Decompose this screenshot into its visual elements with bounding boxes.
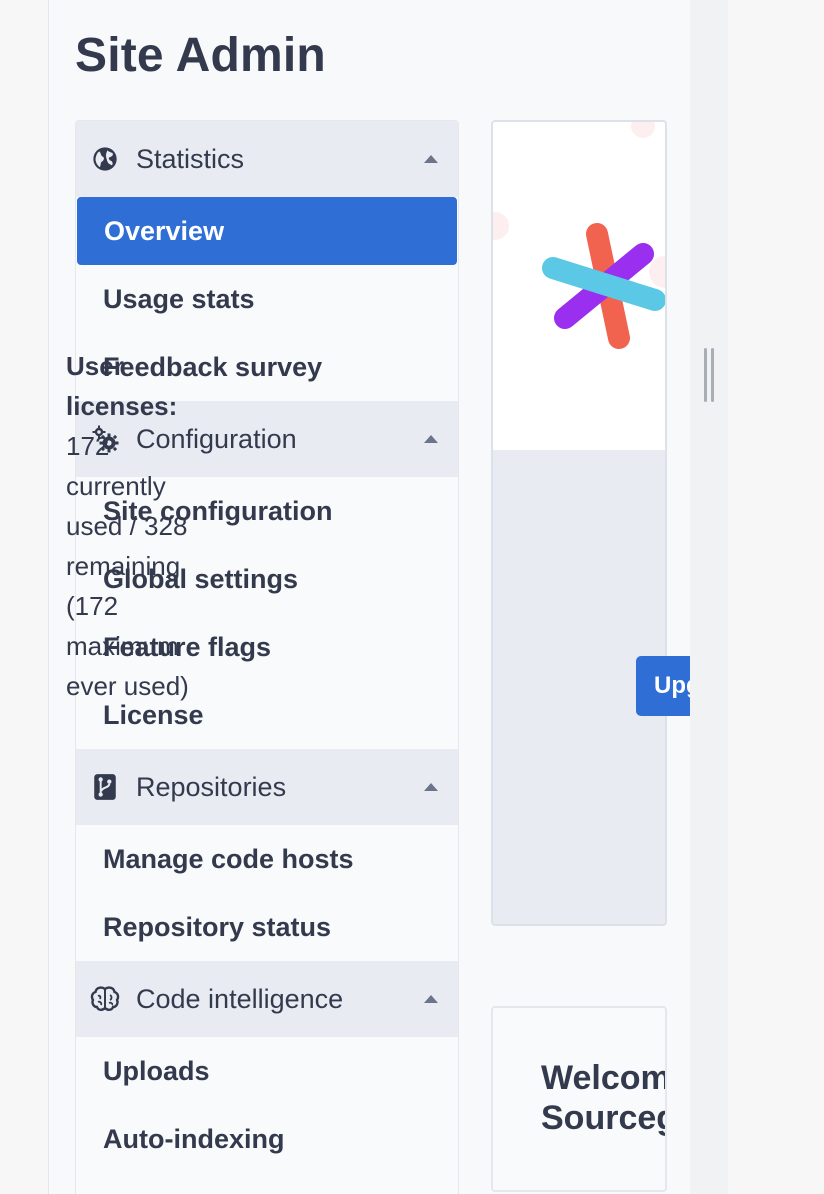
license-body: 172 currently used / 328 remaining (172 …: [66, 431, 189, 701]
sidebar-item-manage-code-hosts[interactable]: Manage code hosts: [76, 825, 458, 893]
sidebar-group-label: Repositories: [136, 771, 287, 802]
sidebar-group-code-intelligence[interactable]: Code intelligence: [76, 961, 458, 1037]
grip-bar: [711, 348, 714, 402]
caret-up-icon: [424, 435, 438, 443]
sidebar-item-uploads[interactable]: Uploads: [76, 1037, 458, 1105]
license-banner: [493, 122, 665, 450]
far-right-area: [728, 0, 824, 1194]
sidebar-item-usage-stats[interactable]: Usage stats: [76, 265, 458, 333]
welcome-card: WelcomeSourcegraph: [491, 1006, 667, 1192]
license-card: [491, 120, 667, 926]
grip-bar: [704, 348, 707, 402]
brain-icon: [90, 984, 120, 1014]
adjacent-pane: [690, 0, 728, 1194]
sidebar-group-statistics[interactable]: Statistics: [76, 121, 458, 197]
caret-up-icon: [424, 995, 438, 1003]
caret-up-icon: [424, 783, 438, 791]
app-root: Site Admin Statistics Overview Usage sta…: [0, 0, 824, 1194]
sidebar-item-repository-status[interactable]: Repository status: [76, 893, 458, 961]
sourcegraph-logo-icon: [493, 122, 665, 349]
license-heading: User licenses:: [66, 351, 178, 421]
sidebar-group-label: Code intelligence: [136, 983, 344, 1014]
welcome-heading: WelcomeSourcegraph: [541, 1058, 665, 1138]
panel-resize-handle[interactable]: [704, 348, 716, 402]
license-usage-text: User licenses: 172 currently used / 328 …: [66, 346, 216, 706]
sidebar-group-repositories[interactable]: Repositories: [76, 749, 458, 825]
upgrade-button[interactable]: Upgrade: [636, 656, 690, 716]
sidebar-item-overview[interactable]: Overview: [77, 197, 457, 265]
welcome-line-1: Welcome: [541, 1059, 665, 1097]
source-branch-icon: [90, 772, 120, 802]
left-gutter: [0, 0, 48, 1194]
caret-up-icon: [424, 155, 438, 163]
sidebar-item-auto-indexing[interactable]: Auto-indexing: [76, 1105, 458, 1173]
globe-icon: [90, 144, 120, 174]
site-admin-panel: Site Admin Statistics Overview Usage sta…: [48, 0, 690, 1194]
sidebar-group-label: Statistics: [136, 143, 245, 174]
welcome-line-2: Sourcegraph: [541, 1099, 665, 1137]
page-title: Site Admin: [75, 29, 326, 82]
